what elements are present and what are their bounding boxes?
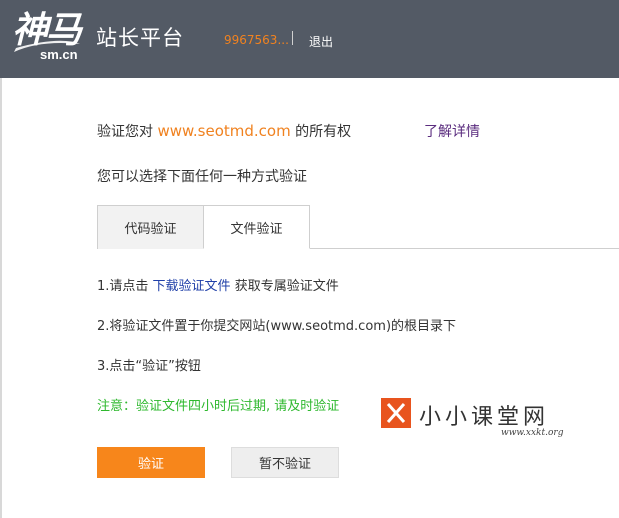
header-divider (292, 31, 293, 45)
choose-method-text: 您可以选择下面任何一种方式验证 (97, 169, 307, 185)
ownership-suffix: 的所有权 (295, 124, 352, 140)
learn-more-link[interactable]: 了解详情 (424, 121, 480, 141)
watermark-text: 小小课堂网 (419, 405, 550, 430)
logo-domain: sm.cn (40, 47, 78, 62)
user-id[interactable]: 9967563... (224, 33, 289, 47)
tab-file-verify[interactable]: 文件验证 (203, 205, 310, 249)
step-1-prefix: 1.请点击 (97, 279, 149, 294)
watermark-url: www.xxkt.org (501, 428, 564, 438)
step-1: 1.请点击 下载验证文件 获取专属验证文件 (97, 275, 339, 294)
step-2: 2.将验证文件置于你提交网站(www.seotmd.com)的根目录下 (97, 319, 457, 334)
tab-code-verify[interactable]: 代码验证 (97, 205, 204, 249)
top-header: 神马 sm.cn 站长平台 9967563... 退出 (0, 0, 619, 78)
logout-link[interactable]: 退出 (309, 33, 333, 50)
skip-verify-button[interactable]: 暂不验证 (231, 447, 339, 478)
platform-title: 站长平台 (96, 26, 184, 50)
expiry-notice: 注意：验证文件四小时后过期, 请及时验证 (97, 399, 340, 414)
ownership-heading: 验证您对 www.seotmd.com 的所有权 (97, 121, 351, 141)
ownership-prefix: 验证您对 (97, 124, 153, 140)
content-left-border (0, 78, 2, 518)
download-verify-file-link[interactable]: 下载验证文件 (153, 279, 231, 294)
watermark-logo-icon (381, 398, 411, 428)
watermark: 小小课堂网 www.xxkt.org (381, 396, 571, 440)
step-1-suffix: 获取专属验证文件 (234, 279, 339, 294)
verify-button[interactable]: 验证 (97, 447, 205, 478)
site-domain: www.seotmd.com (157, 122, 291, 140)
logo[interactable]: 神马 (12, 10, 82, 50)
step-3: 3.点击“验证”按钮 (97, 359, 201, 374)
